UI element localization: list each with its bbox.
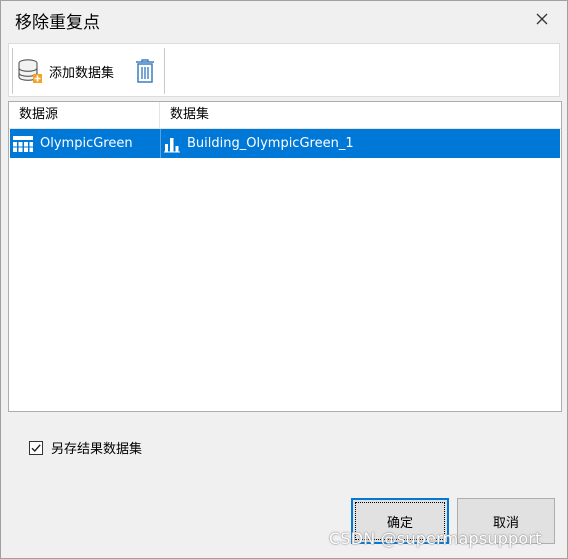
table-header: 数据源 数据集: [9, 102, 561, 129]
save-result-checkbox[interactable]: [29, 440, 43, 455]
table-row[interactable]: OlympicGreen Building_OlympicGreen_1: [10, 129, 560, 158]
column-header-datasource[interactable]: 数据源: [9, 102, 160, 128]
cancel-label: 取消: [492, 515, 519, 531]
dataset-table: 数据源 数据集 OlympicGreen Building_OlympicGre…: [8, 101, 562, 412]
close-icon: [536, 13, 548, 25]
toolbar: 添加数据集: [8, 43, 560, 97]
close-button[interactable]: [531, 8, 553, 30]
datasource-cell: OlympicGreen: [10, 129, 161, 158]
datasource-icon: [13, 135, 33, 152]
toolbar-separator: [12, 48, 13, 94]
remove-duplicate-points-dialog: 移除重复点 添加数据集 数据源 数据集 OlympicGreen Buildin…: [0, 0, 568, 559]
add-database-icon: [18, 59, 42, 83]
save-result-label: 另存结果数据集: [51, 442, 143, 457]
trash-icon: [136, 59, 154, 83]
add-dataset-button[interactable]: 添加数据集: [17, 56, 114, 86]
column-header-dataset[interactable]: 数据集: [160, 102, 561, 128]
dataset-name: Building_OlympicGreen_1: [187, 136, 354, 151]
dataset-cell: Building_OlympicGreen_1: [161, 129, 560, 158]
checkmark-icon: [31, 443, 41, 452]
dialog-title: 移除重复点: [15, 13, 100, 33]
add-dataset-label: 添加数据集: [49, 65, 115, 81]
title-bar: 移除重复点: [1, 1, 567, 39]
toolbar-separator: [164, 48, 165, 94]
building-dataset-icon: [164, 137, 180, 152]
save-result-option[interactable]: 另存结果数据集: [29, 438, 142, 457]
watermark: CSDN @supermapsupport: [329, 529, 542, 548]
delete-button[interactable]: [133, 58, 157, 84]
datasource-name: OlympicGreen: [40, 136, 133, 151]
